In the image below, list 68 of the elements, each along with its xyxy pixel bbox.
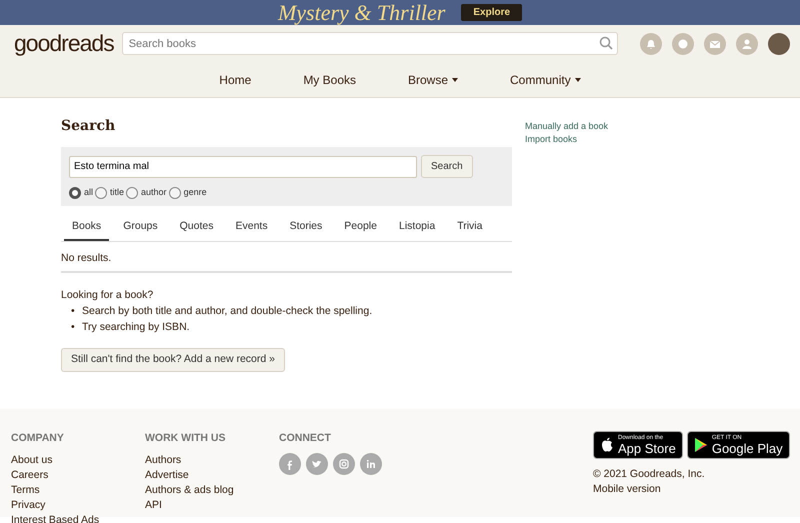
store-name: App Store	[618, 442, 676, 456]
footer-link[interactable]: Authors	[145, 452, 279, 468]
mail-button[interactable]	[704, 32, 726, 54]
help-tip: Try searching by ISBN.	[82, 320, 190, 334]
bullet: •	[71, 320, 76, 334]
page-title: Search	[61, 117, 116, 136]
avatar[interactable]	[768, 32, 790, 54]
radio-label: genre	[184, 186, 207, 199]
nav-link[interactable]: Home	[193, 70, 278, 88]
tab[interactable]: People	[336, 216, 385, 242]
radio-button[interactable]	[95, 186, 108, 199]
store-name: Google Play	[712, 442, 783, 456]
footer-link[interactable]: Privacy	[11, 498, 145, 513]
footer-heading: CONNECT	[279, 431, 332, 446]
search-field[interactable]: Search books	[122, 32, 618, 55]
tab[interactable]: Trivia	[449, 216, 490, 242]
chat-button[interactable]	[672, 32, 694, 54]
logo[interactable]: goodreads	[14, 32, 114, 55]
footer-link[interactable]: Advertise	[145, 468, 279, 483]
footer-link[interactable]: Terms	[11, 482, 145, 498]
people-button[interactable]	[736, 32, 758, 54]
bullet: •	[71, 304, 76, 319]
radio-button[interactable]	[168, 186, 181, 199]
radio-label: author	[141, 186, 167, 199]
add-record-button[interactable]: Still can't find the book? Add a new record »	[61, 348, 285, 372]
no-results-text: No results.	[61, 252, 112, 264]
footer-link[interactable]: API	[145, 498, 279, 513]
bell-icon	[645, 38, 657, 50]
tab[interactable]: Groups	[115, 216, 166, 242]
banner-title: Mystery & Thriller	[278, 0, 446, 25]
footer-link[interactable]: Interest Based Ads	[11, 512, 145, 523]
help-heading: Looking for a book?	[61, 288, 154, 303]
tab[interactable]: Books	[64, 216, 110, 242]
side-link[interactable]: Manually add a book	[525, 120, 608, 133]
play-icon	[694, 437, 708, 453]
side-link[interactable]: Import books	[525, 133, 608, 146]
radio-label: title	[110, 186, 124, 199]
footer-heading: WORK WITH US	[145, 431, 226, 446]
footer-heading: COMPANY	[11, 431, 65, 446]
people-icon	[741, 38, 753, 50]
in-icon	[365, 458, 377, 470]
footer-link[interactable]: About us	[11, 452, 145, 468]
nav-link[interactable]: Community	[484, 70, 607, 88]
help-tip: Search by both title and author, and double-check the spelling.	[82, 304, 372, 319]
nav-link[interactable]: My Books	[277, 70, 382, 88]
nav-link[interactable]: Browse	[382, 70, 484, 88]
tab[interactable]: Events	[227, 216, 276, 242]
search-icon	[599, 36, 613, 50]
radio-button[interactable]	[69, 186, 81, 199]
copyright-text: © 2021 Goodreads, Inc.	[593, 467, 706, 482]
social-link[interactable]	[279, 452, 301, 475]
footer-link[interactable]: Authors & ads blog	[145, 482, 279, 498]
search-button[interactable]: Search	[421, 155, 473, 178]
social-link[interactable]	[306, 452, 328, 475]
radio-button[interactable]	[126, 186, 138, 199]
tab[interactable]: Quotes	[172, 216, 222, 242]
radio-label: all	[84, 186, 94, 199]
bell-button[interactable]	[640, 32, 662, 54]
footer-link[interactable]: Careers	[11, 468, 145, 483]
search-input[interactable]: Esto termina mal	[69, 156, 417, 178]
social-link[interactable]	[333, 452, 355, 475]
mobile-version-link[interactable]: Mobile version	[593, 482, 790, 497]
tab[interactable]: Stories	[282, 216, 330, 242]
explore-button[interactable]: Explore	[461, 4, 522, 21]
camera-icon	[338, 458, 350, 470]
social-link[interactable]	[360, 452, 382, 475]
tab[interactable]: Listopia	[390, 216, 444, 242]
apple-icon	[600, 437, 614, 453]
